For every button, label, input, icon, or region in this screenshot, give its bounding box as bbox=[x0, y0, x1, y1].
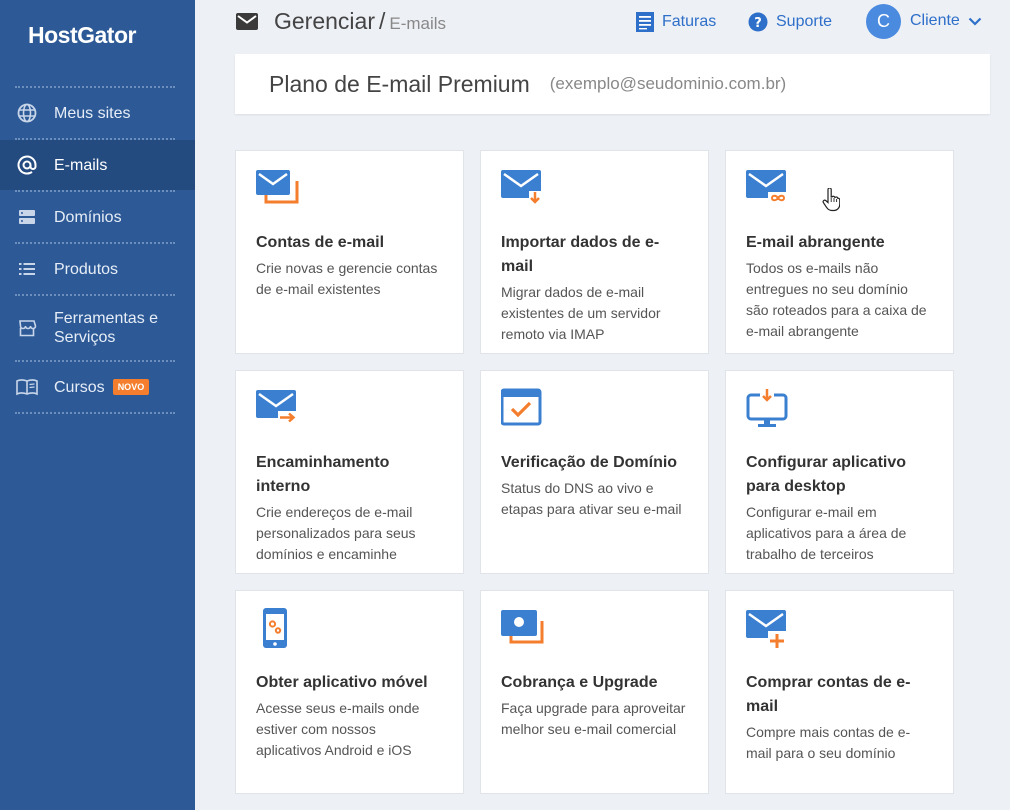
card-title: Configurar aplicativo para desktop bbox=[746, 454, 907, 495]
suporte-label: Suporte bbox=[776, 13, 833, 30]
store-icon bbox=[16, 317, 38, 339]
card-encaminhamento[interactable]: Encaminhamento interno Crie endereços de… bbox=[235, 370, 464, 574]
sidebar: HostGator Meus sites E-mails Domínios Pr… bbox=[0, 0, 195, 810]
plan-domain: (exemplo@seudominio.com.br) bbox=[549, 74, 787, 93]
sidebar-item-label: Meus sites bbox=[54, 104, 131, 122]
svg-text:?: ? bbox=[754, 16, 762, 31]
sidebar-nav: Meus sites E-mails Domínios Produtos Fer… bbox=[0, 86, 195, 414]
billing-icon bbox=[501, 607, 688, 651]
breadcrumb-separator: / bbox=[378, 8, 386, 34]
sidebar-item-emails[interactable]: E-mails bbox=[0, 140, 195, 190]
hostgator-logo[interactable]: HostGator bbox=[28, 22, 136, 49]
desktop-download-icon bbox=[746, 387, 933, 431]
card-title: Verificação de Domínio bbox=[501, 454, 678, 471]
card-desc: Faça upgrade para aproveitar melhor seu … bbox=[501, 700, 686, 737]
invoice-icon bbox=[636, 12, 654, 32]
book-icon bbox=[16, 376, 38, 398]
user-menu[interactable]: Cliente bbox=[910, 12, 982, 30]
plan-banner: Plano de E-mail Premium (exemplo@seudomi… bbox=[235, 54, 990, 114]
faturas-label: Faturas bbox=[662, 13, 717, 30]
card-email-abrangente[interactable]: E-mail abrangente Todos os e-mails não e… bbox=[725, 150, 954, 354]
sidebar-item-label: E-mails bbox=[54, 156, 108, 174]
card-title: Importar dados de e-mail bbox=[501, 234, 660, 275]
help-icon: ? bbox=[748, 12, 768, 32]
user-name: Cliente bbox=[910, 12, 960, 29]
card-desc: Status do DNS ao vivo e etapas para ativ… bbox=[501, 480, 682, 517]
card-desc: Migrar dados de e-mail existentes de um … bbox=[501, 284, 661, 342]
envelope-icon bbox=[236, 13, 258, 35]
faturas-link[interactable]: Faturas bbox=[636, 12, 716, 32]
sidebar-item-label: Produtos bbox=[54, 260, 119, 278]
card-title: Encaminhamento interno bbox=[256, 454, 390, 495]
card-title: E-mail abrangente bbox=[746, 234, 885, 251]
chevron-down-icon bbox=[968, 17, 982, 26]
sidebar-item-dominios[interactable]: Domínios bbox=[0, 192, 195, 242]
sidebar-item-cursos[interactable]: Cursos NOVO bbox=[0, 362, 195, 412]
card-cobranca-upgrade[interactable]: Cobrança e Upgrade Faça upgrade para apr… bbox=[480, 590, 709, 794]
card-title: Comprar contas de e-mail bbox=[746, 674, 911, 715]
card-desc: Crie endereços de e-mail personalizados … bbox=[256, 504, 416, 562]
breadcrumb: Gerenciar / E-mails bbox=[274, 8, 446, 35]
card-aplicativo-movel[interactable]: Obter aplicativo móvel Acesse seus e-mai… bbox=[235, 590, 464, 794]
card-desc: Configurar e-mail em aplicativos para a … bbox=[746, 504, 907, 562]
breadcrumb-main[interactable]: Gerenciar bbox=[274, 8, 375, 34]
hand-cursor-icon bbox=[822, 187, 841, 217]
card-importar-dados[interactable]: Importar dados de e-mail Migrar dados de… bbox=[480, 150, 709, 354]
card-verificacao-dominio[interactable]: Verificação de Domínio Status do DNS ao … bbox=[480, 370, 709, 574]
card-desc: Acesse seus e-mails onde estiver com nos… bbox=[256, 700, 420, 758]
sidebar-item-produtos[interactable]: Produtos bbox=[0, 244, 195, 294]
sidebar-item-label: Ferramentas e Serviços bbox=[54, 310, 159, 346]
mail-import-icon bbox=[501, 167, 688, 211]
nav-separator bbox=[15, 412, 175, 414]
sidebar-item-label: Domínios bbox=[54, 208, 122, 226]
card-title: Cobrança e Upgrade bbox=[501, 674, 658, 691]
plan-title: Plano de E-mail Premium bbox=[269, 70, 530, 97]
suporte-link[interactable]: ? Suporte bbox=[748, 12, 832, 32]
card-contas-email[interactable]: Contas de e-mail Crie novas e gerencie c… bbox=[235, 150, 464, 354]
card-desc: Todos os e-mails não entregues no seu do… bbox=[746, 260, 927, 339]
sidebar-item-label: Cursos bbox=[54, 378, 105, 396]
card-title: Obter aplicativo móvel bbox=[256, 674, 428, 691]
card-desc: Crie novas e gerencie contas de e-mail e… bbox=[256, 260, 438, 297]
list-icon bbox=[16, 258, 38, 280]
new-badge: NOVO bbox=[112, 379, 150, 395]
sidebar-item-meus-sites[interactable]: Meus sites bbox=[0, 88, 195, 138]
globe-icon bbox=[16, 102, 38, 124]
server-icon bbox=[16, 206, 38, 228]
mobile-app-icon bbox=[256, 607, 443, 651]
mail-forward-icon bbox=[256, 387, 443, 431]
breadcrumb-current: E-mails bbox=[389, 14, 447, 33]
mail-accounts-icon bbox=[256, 167, 443, 211]
card-aplicativo-desktop[interactable]: Configurar aplicativo para desktop Confi… bbox=[725, 370, 954, 574]
avatar[interactable]: C bbox=[866, 4, 901, 39]
mail-add-icon bbox=[746, 607, 933, 651]
at-icon bbox=[16, 154, 38, 176]
card-comprar-contas[interactable]: Comprar contas de e-mail Compre mais con… bbox=[725, 590, 954, 794]
card-title: Contas de e-mail bbox=[256, 234, 385, 251]
sidebar-item-ferramentas[interactable]: Ferramentas e Serviços bbox=[0, 296, 195, 360]
domain-check-icon bbox=[500, 387, 688, 431]
card-desc: Compre mais contas de e-mail para o seu … bbox=[746, 724, 911, 761]
